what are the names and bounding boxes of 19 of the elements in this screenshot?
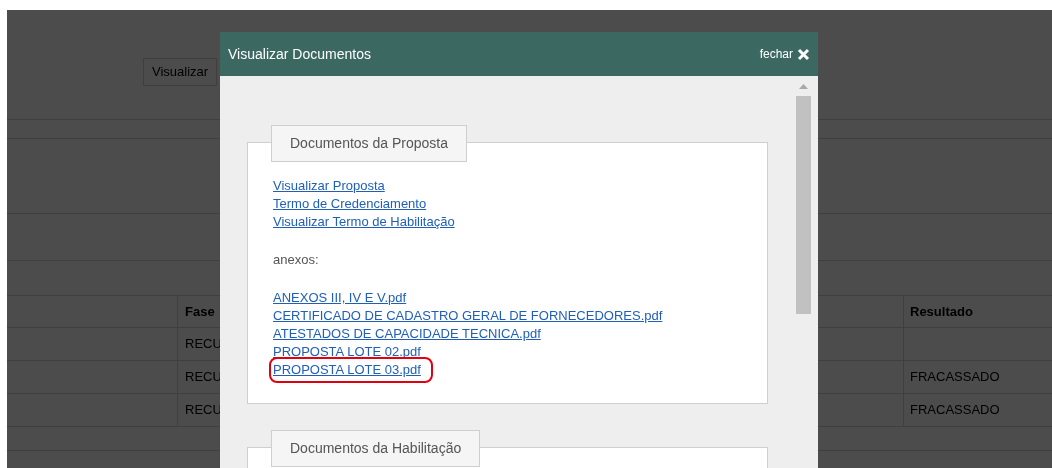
document-link[interactable]: Visualizar Proposta [273,177,385,195]
close-icon [797,47,810,61]
document-link[interactable]: Visualizar Termo de Habilitação [273,213,455,231]
attachment-link[interactable]: ATESTADOS DE CAPACIDADE TECNICA.pdf [273,325,541,343]
scroll-up-icon[interactable] [799,84,808,89]
column-header: Fase [185,302,215,321]
attachments-label: anexos: [273,251,320,269]
document-link[interactable]: Termo de Credenciamento [273,195,427,213]
column-header: Resultado [910,302,973,321]
modal-title: Visualizar Documentos [228,44,371,64]
attachment-link[interactable]: ANEXOS III, IV E V.pdf [273,289,407,307]
section-legend: Documentos da Habilitação [271,430,481,467]
table-cell-text: FRACASSADO [910,401,1000,420]
scrollbar-thumb[interactable] [796,96,811,314]
attachment-link[interactable]: CERTIFICADO DE CADASTRO GERAL DE FORNECEDORES.pdf [273,307,663,325]
section-legend: Documentos da Proposta [271,125,467,162]
table-cell-text: FRACASSADO [910,368,1000,387]
attachment-link[interactable]: PROPOSTA LOTE 02.pdf [273,343,421,361]
close-button[interactable]: fechar [759,45,810,63]
